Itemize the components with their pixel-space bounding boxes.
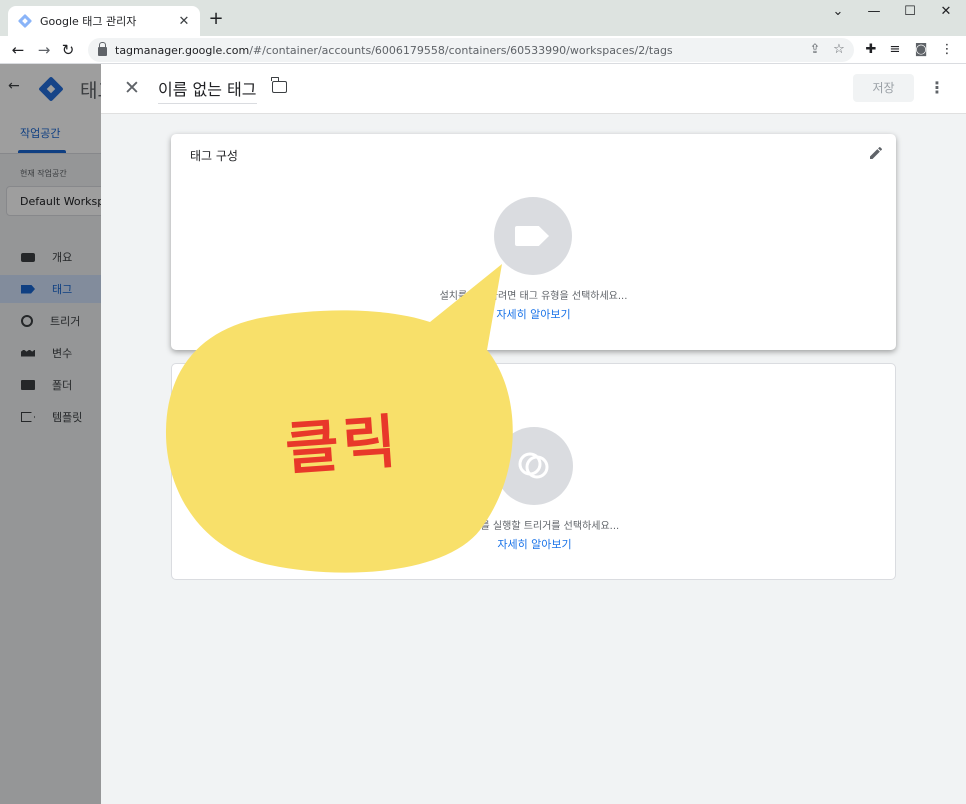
learn-more-link[interactable]: 자세히 알아보기 [171, 306, 896, 322]
save-button[interactable]: 저장 [853, 74, 914, 102]
trigger-icon [518, 452, 549, 479]
panel-header: ✕ 이름 없는 태그 저장 ⋮ [101, 64, 966, 114]
url-text: tagmanager.google.com/#/container/accoun… [115, 43, 673, 57]
close-window-button[interactable]: ✕ [934, 4, 958, 19]
tab-close-icon[interactable]: ✕ [176, 14, 192, 29]
tag-name-input[interactable]: 이름 없는 태그 [158, 76, 257, 104]
triggering-card[interactable]: 이 태그를 실행할 트리거를 선택하세요... 자세히 알아보기 [171, 363, 896, 580]
reload-icon[interactable]: ↻ [58, 40, 78, 60]
card-title: 태그 구성 [190, 149, 238, 163]
forward-icon[interactable]: → [34, 40, 54, 60]
address-bar[interactable]: tagmanager.google.com/#/container/accoun… [88, 38, 854, 62]
minimize-button[interactable]: — [862, 4, 886, 19]
trigger-selector[interactable] [495, 427, 573, 505]
tab-title: Google 태그 관리자 [40, 15, 137, 28]
trigger-hint: 이 태그를 실행할 트리거를 선택하세요... [449, 521, 620, 532]
more-options-icon[interactable]: ⋮ [927, 76, 947, 100]
gtm-favicon-icon [18, 14, 32, 28]
tag-type-selector[interactable] [494, 197, 572, 275]
close-icon[interactable]: ✕ [121, 77, 143, 99]
bookmark-star-icon[interactable]: ☆ [830, 41, 848, 59]
browser-menu-icon[interactable]: ⋮ [938, 41, 956, 59]
browser-toolbar: ← → ↻ tagmanager.google.com/#/container/… [0, 36, 966, 64]
extensions-icon[interactable]: ✚ [862, 41, 880, 59]
tag-configuration-card[interactable]: 태그 구성 설치를 시작하려면 태그 유형을 선택하세요... 자세히 알아보기 [171, 134, 896, 350]
folder-icon[interactable] [271, 77, 287, 93]
new-tab-button[interactable]: + [206, 9, 226, 29]
annotation-text: 클릭 [283, 407, 403, 483]
back-icon[interactable]: ← [8, 40, 28, 60]
tag-type-hint: 설치를 시작하려면 태그 유형을 선택하세요... [439, 291, 628, 302]
lock-icon [98, 41, 107, 56]
browser-titlebar: Google 태그 관리자 ✕ + ⌄ — ☐ ✕ [0, 0, 966, 36]
learn-more-link[interactable]: 자세히 알아보기 [172, 536, 897, 552]
browser-tab[interactable]: Google 태그 관리자 ✕ [8, 6, 200, 36]
tag-icon [515, 226, 549, 246]
reading-list-icon[interactable]: ≡ [886, 41, 904, 59]
share-icon[interactable]: ⇪ [806, 41, 824, 59]
edit-pencil-icon[interactable] [868, 145, 884, 161]
profile-avatar-icon[interactable]: ◙ [912, 41, 930, 59]
tag-editor-panel: ✕ 이름 없는 태그 저장 ⋮ 태그 구성 설치를 시작하려면 태그 유형을 선… [101, 64, 966, 804]
maximize-button[interactable]: ☐ [898, 4, 922, 19]
tab-search-icon[interactable]: ⌄ [826, 4, 850, 19]
